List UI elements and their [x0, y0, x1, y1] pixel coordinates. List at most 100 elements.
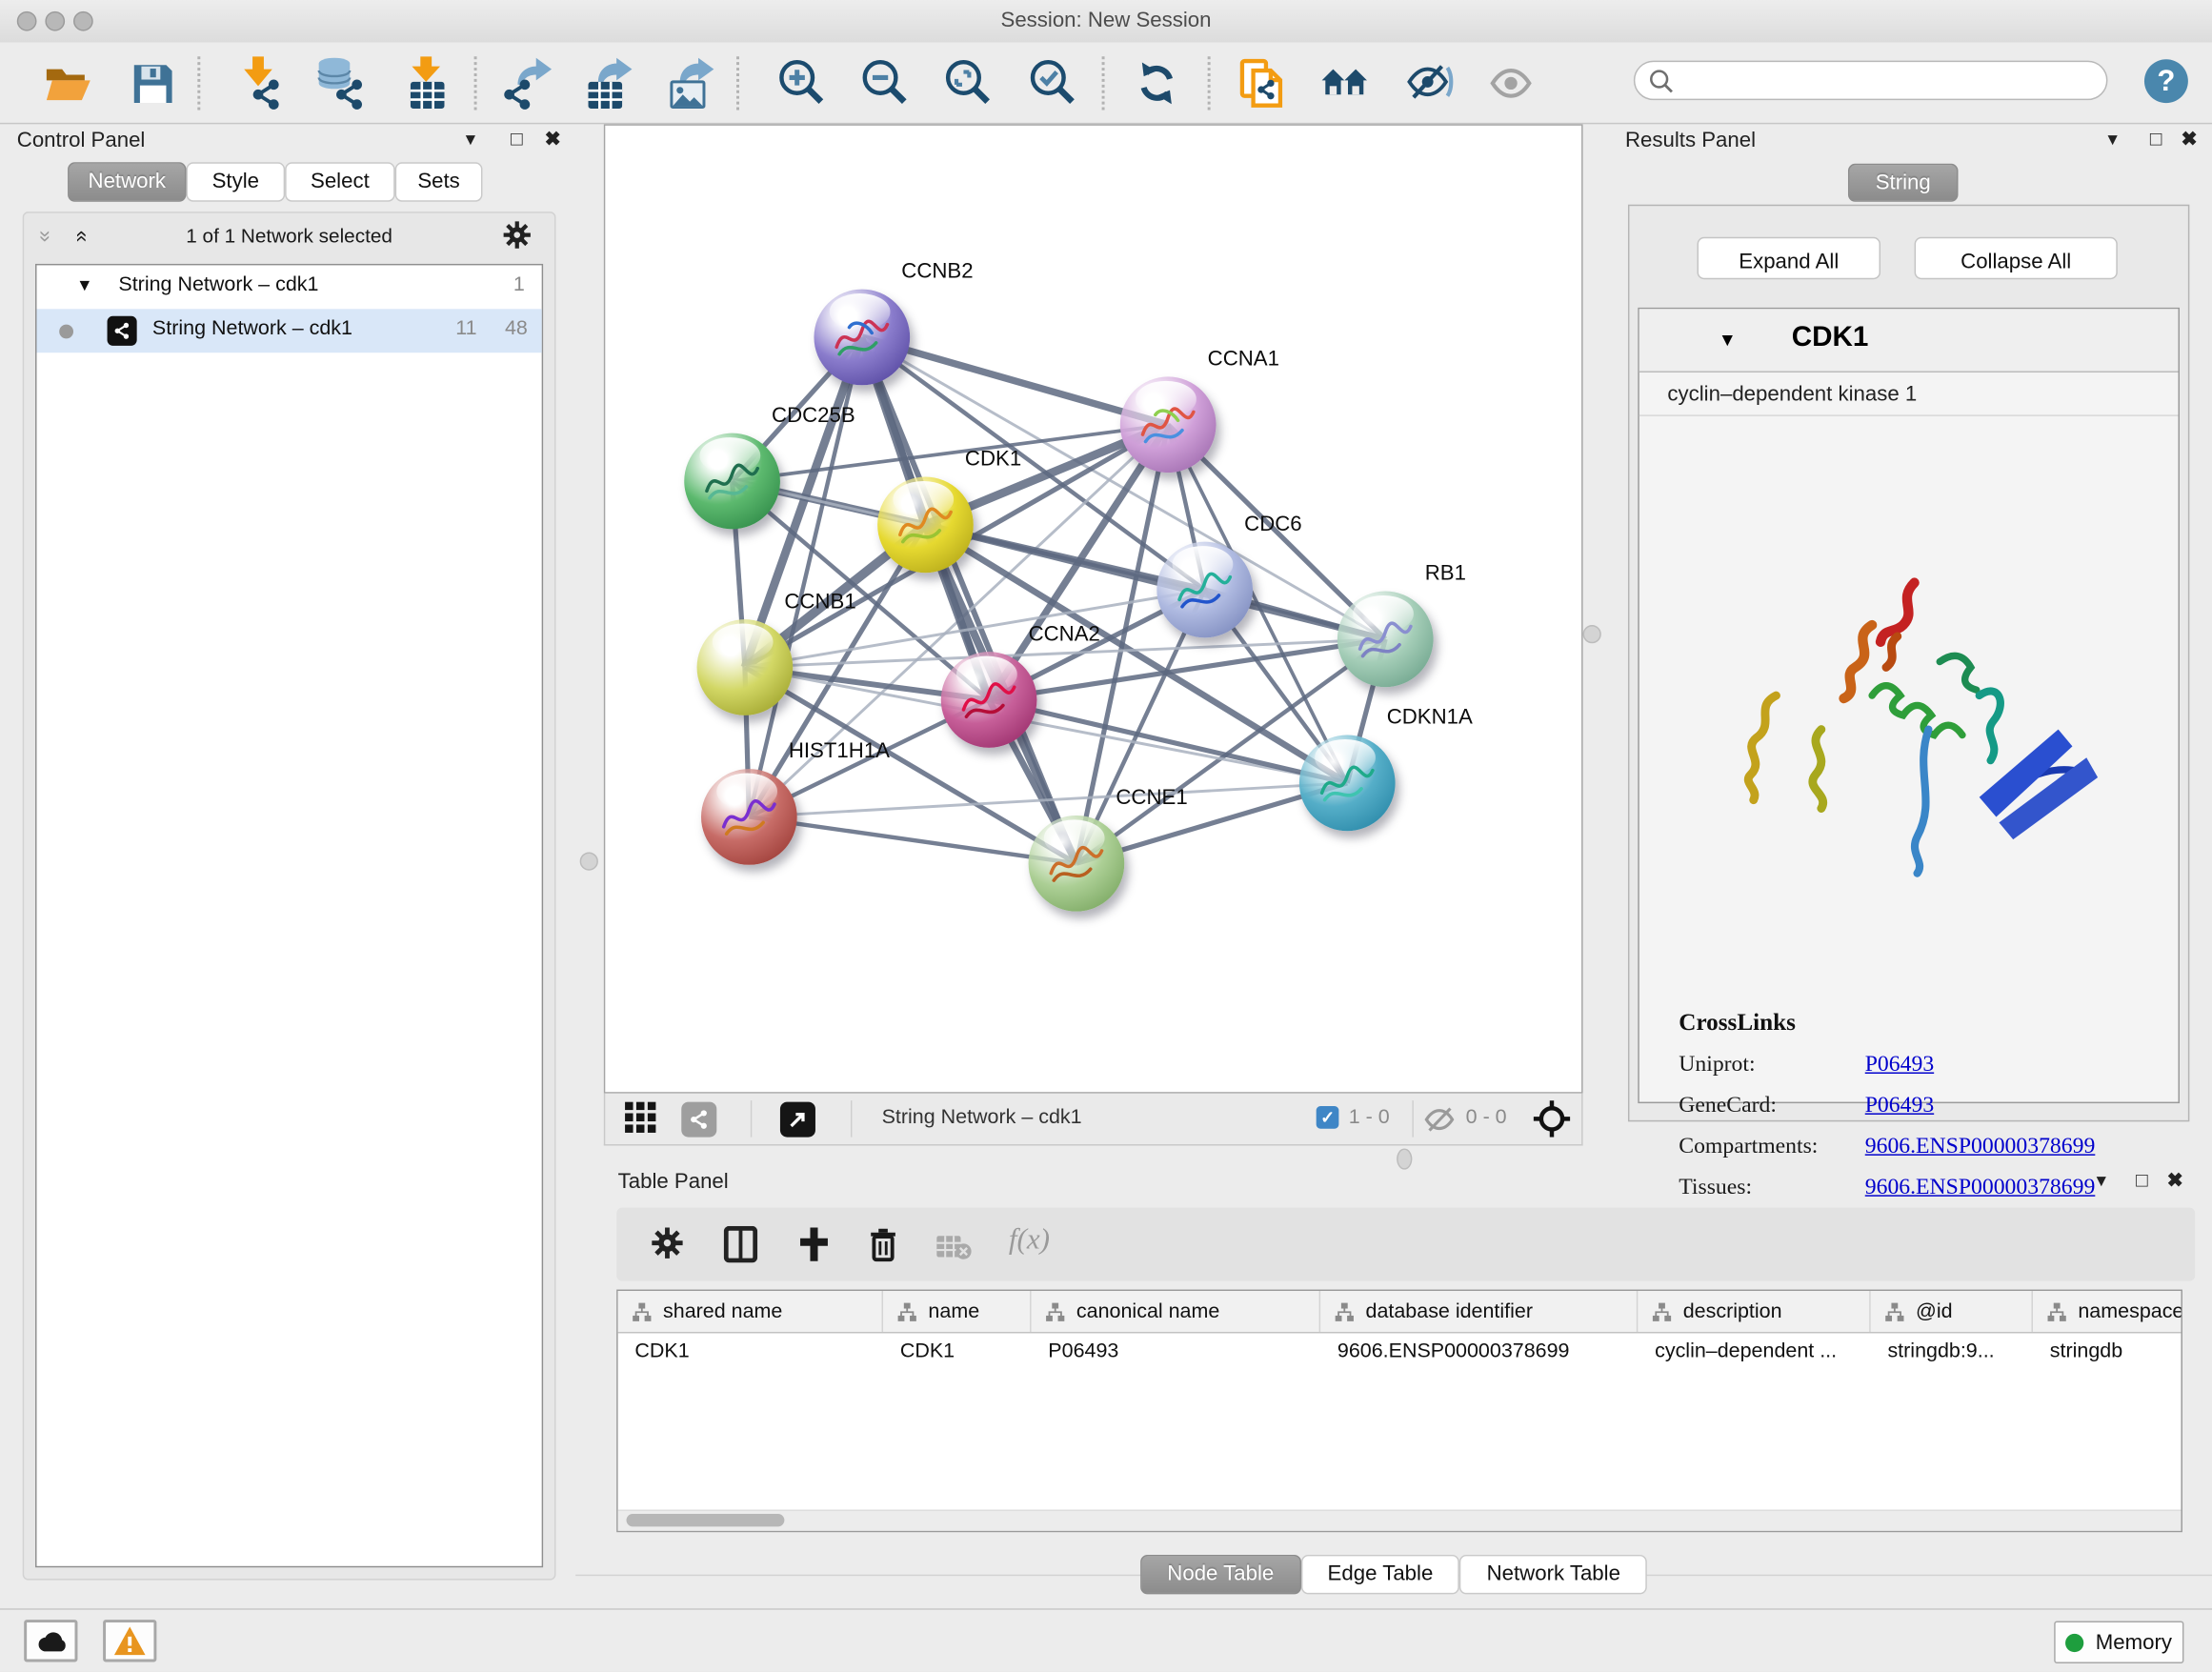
column-header-canonical-name[interactable]: canonical name	[1032, 1291, 1321, 1332]
network-node-CCNB2[interactable]	[814, 290, 910, 386]
collection-expander-icon[interactable]: ▼	[76, 275, 93, 295]
float-panel-icon[interactable]: □	[2136, 1168, 2148, 1191]
hide-selected-button[interactable]	[1403, 56, 1457, 110]
network-node-CDC6[interactable]	[1156, 542, 1253, 638]
create-column-plus-icon[interactable]	[797, 1226, 832, 1270]
node-label-CDK1: CDK1	[965, 447, 1021, 471]
network-node-CCNB1[interactable]	[697, 619, 794, 715]
zoom-in-button[interactable]	[774, 56, 828, 110]
float-panel-icon[interactable]: □	[2150, 127, 2162, 150]
expand-all-button[interactable]: Expand All	[1698, 237, 1881, 279]
clone-network-button[interactable]	[1235, 56, 1288, 110]
export-network-button[interactable]	[501, 56, 554, 110]
close-panel-icon[interactable]: ✖	[2167, 1168, 2183, 1192]
function-builder-icon: f(x)	[1009, 1221, 1050, 1257]
birdseye-grid-icon[interactable]	[625, 1102, 657, 1141]
network-collection-row[interactable]: ▼ String Network – cdk1 1	[37, 265, 542, 309]
panel-menu-icon[interactable]: ▾	[466, 127, 475, 151]
network-canvas[interactable]: CCNB2CCNA1CDC25BCDK1CDC6RB1CCNB1CCNA2CDK…	[604, 124, 1583, 1093]
network-node-HIST1H1A[interactable]	[701, 769, 797, 865]
tab-select[interactable]: Select	[285, 162, 395, 201]
selected-checkbox-icon[interactable]: ✓	[1317, 1106, 1339, 1129]
zoom-fit-button[interactable]	[941, 56, 995, 110]
tab-edge-table[interactable]: Edge Table	[1300, 1555, 1459, 1594]
show-columns-icon[interactable]	[724, 1226, 758, 1270]
tab-node-table[interactable]: Node Table	[1140, 1555, 1300, 1594]
cloud-status-button[interactable]	[24, 1620, 77, 1662]
column-header-namespace[interactable]: namespace	[2033, 1291, 2182, 1332]
tab-network[interactable]: Network	[68, 162, 186, 201]
warnings-button[interactable]	[103, 1620, 156, 1662]
column-header-database-identifier[interactable]: database identifier	[1320, 1291, 1638, 1332]
float-panel-icon[interactable]: □	[511, 127, 523, 150]
column-header-shared-name[interactable]: shared name	[618, 1291, 883, 1332]
network-row[interactable]: String Network – cdk1 11 48	[37, 309, 542, 353]
import-table-button[interactable]	[399, 56, 452, 110]
open-in-new-window-icon[interactable]	[780, 1102, 815, 1138]
save-session-button[interactable]	[126, 56, 179, 110]
search-input[interactable]	[1634, 61, 2108, 100]
collapse-all-button[interactable]: Collapse All	[1915, 237, 2118, 279]
network-view: CCNB2CCNA1CDC25BCDK1CDC6RB1CCNB1CCNA2CDK…	[604, 124, 1583, 1145]
panel-menu-icon[interactable]: ▾	[2107, 127, 2117, 151]
show-hidden-button[interactable]	[1485, 56, 1538, 110]
table-cell[interactable]: cyclin–dependent ...	[1638, 1333, 1870, 1371]
open-session-button[interactable]	[41, 56, 94, 110]
close-panel-icon[interactable]: ✖	[2181, 127, 2197, 151]
table-cell[interactable]: CDK1	[618, 1333, 883, 1371]
memory-button[interactable]: Memory	[2054, 1622, 2183, 1663]
table-cell[interactable]: stringdb:9...	[1871, 1333, 2033, 1371]
tab-sets[interactable]: Sets	[395, 162, 483, 201]
table-row[interactable]: CDK1CDK1P064939606.ENSP00000378699cyclin…	[618, 1333, 2182, 1371]
crosslink-label: Compartments:	[1679, 1135, 1864, 1160]
node-table: shared namenamecanonical namedatabase id…	[616, 1290, 2182, 1533]
tab-style[interactable]: Style	[186, 162, 285, 201]
column-header-description[interactable]: description	[1638, 1291, 1870, 1332]
table-cell[interactable]: P06493	[1032, 1333, 1321, 1371]
network-node-RB1[interactable]	[1337, 591, 1434, 687]
zoom-out-button[interactable]	[857, 56, 911, 110]
tab-string[interactable]: String	[1848, 164, 1959, 202]
column-header-name[interactable]: name	[883, 1291, 1031, 1332]
tab-network-table[interactable]: Network Table	[1459, 1555, 1647, 1594]
import-network-from-database-button[interactable]	[314, 56, 368, 110]
network-view-footer: String Network – cdk1 ✓ 1 - 0 0 - 0	[604, 1094, 1583, 1146]
network-node-CDC25B[interactable]	[684, 433, 780, 530]
show-all-networks-button[interactable]	[1319, 56, 1373, 110]
network-node-CCNA2[interactable]	[941, 652, 1037, 748]
import-network-button[interactable]	[232, 56, 286, 110]
table-cell[interactable]: stringdb	[2033, 1333, 2182, 1371]
network-node-CDKN1A[interactable]	[1299, 735, 1396, 832]
crosslink-link[interactable]: P06493	[1865, 1094, 1934, 1119]
left-splitter-handle[interactable]	[580, 852, 598, 870]
crosslink-link[interactable]: P06493	[1865, 1053, 1934, 1078]
export-table-button[interactable]	[583, 56, 636, 110]
horizontal-scrollbar[interactable]	[618, 1510, 2182, 1531]
network-options-gear-icon[interactable]	[502, 220, 532, 257]
control-panel-tabs: NetworkStyleSelectSets	[68, 162, 482, 201]
crosslink-link[interactable]: 9606.ENSP00000378699	[1865, 1135, 2096, 1160]
network-node-CCNA1[interactable]	[1120, 376, 1217, 473]
column-header--id[interactable]: @id	[1871, 1291, 2033, 1332]
right-splitter-handle[interactable]	[1583, 625, 1601, 643]
network-node-CCNE1[interactable]	[1029, 816, 1125, 912]
table-cell[interactable]: CDK1	[883, 1333, 1031, 1371]
help-button[interactable]: ?	[2144, 59, 2188, 103]
panel-menu-icon[interactable]: ▾	[2097, 1168, 2106, 1192]
table-toolbar: f(x)	[616, 1208, 2195, 1281]
table-header-row: shared namenamecanonical namedatabase id…	[618, 1291, 2182, 1333]
network-node-CDK1[interactable]	[877, 477, 974, 574]
close-panel-icon[interactable]: ✖	[545, 127, 561, 151]
export-image-button[interactable]	[665, 56, 718, 110]
network-share-icon[interactable]	[681, 1102, 716, 1138]
scrollbar-thumb[interactable]	[627, 1514, 785, 1526]
crosslink-row: Uniprot:P06493	[1679, 1053, 2095, 1078]
delete-column-trash-icon[interactable]	[868, 1226, 899, 1270]
title-bar[interactable]: Session: New Session	[0, 0, 2212, 44]
table-options-gear-icon[interactable]	[651, 1226, 685, 1267]
node-details-expander-icon[interactable]: ▼	[1719, 329, 1737, 350]
zoom-selected-button[interactable]	[1026, 56, 1079, 110]
center-view-crosshair-icon[interactable]	[1534, 1100, 1571, 1144]
table-cell[interactable]: 9606.ENSP00000378699	[1320, 1333, 1638, 1371]
apply-layout-button[interactable]	[1130, 56, 1183, 110]
